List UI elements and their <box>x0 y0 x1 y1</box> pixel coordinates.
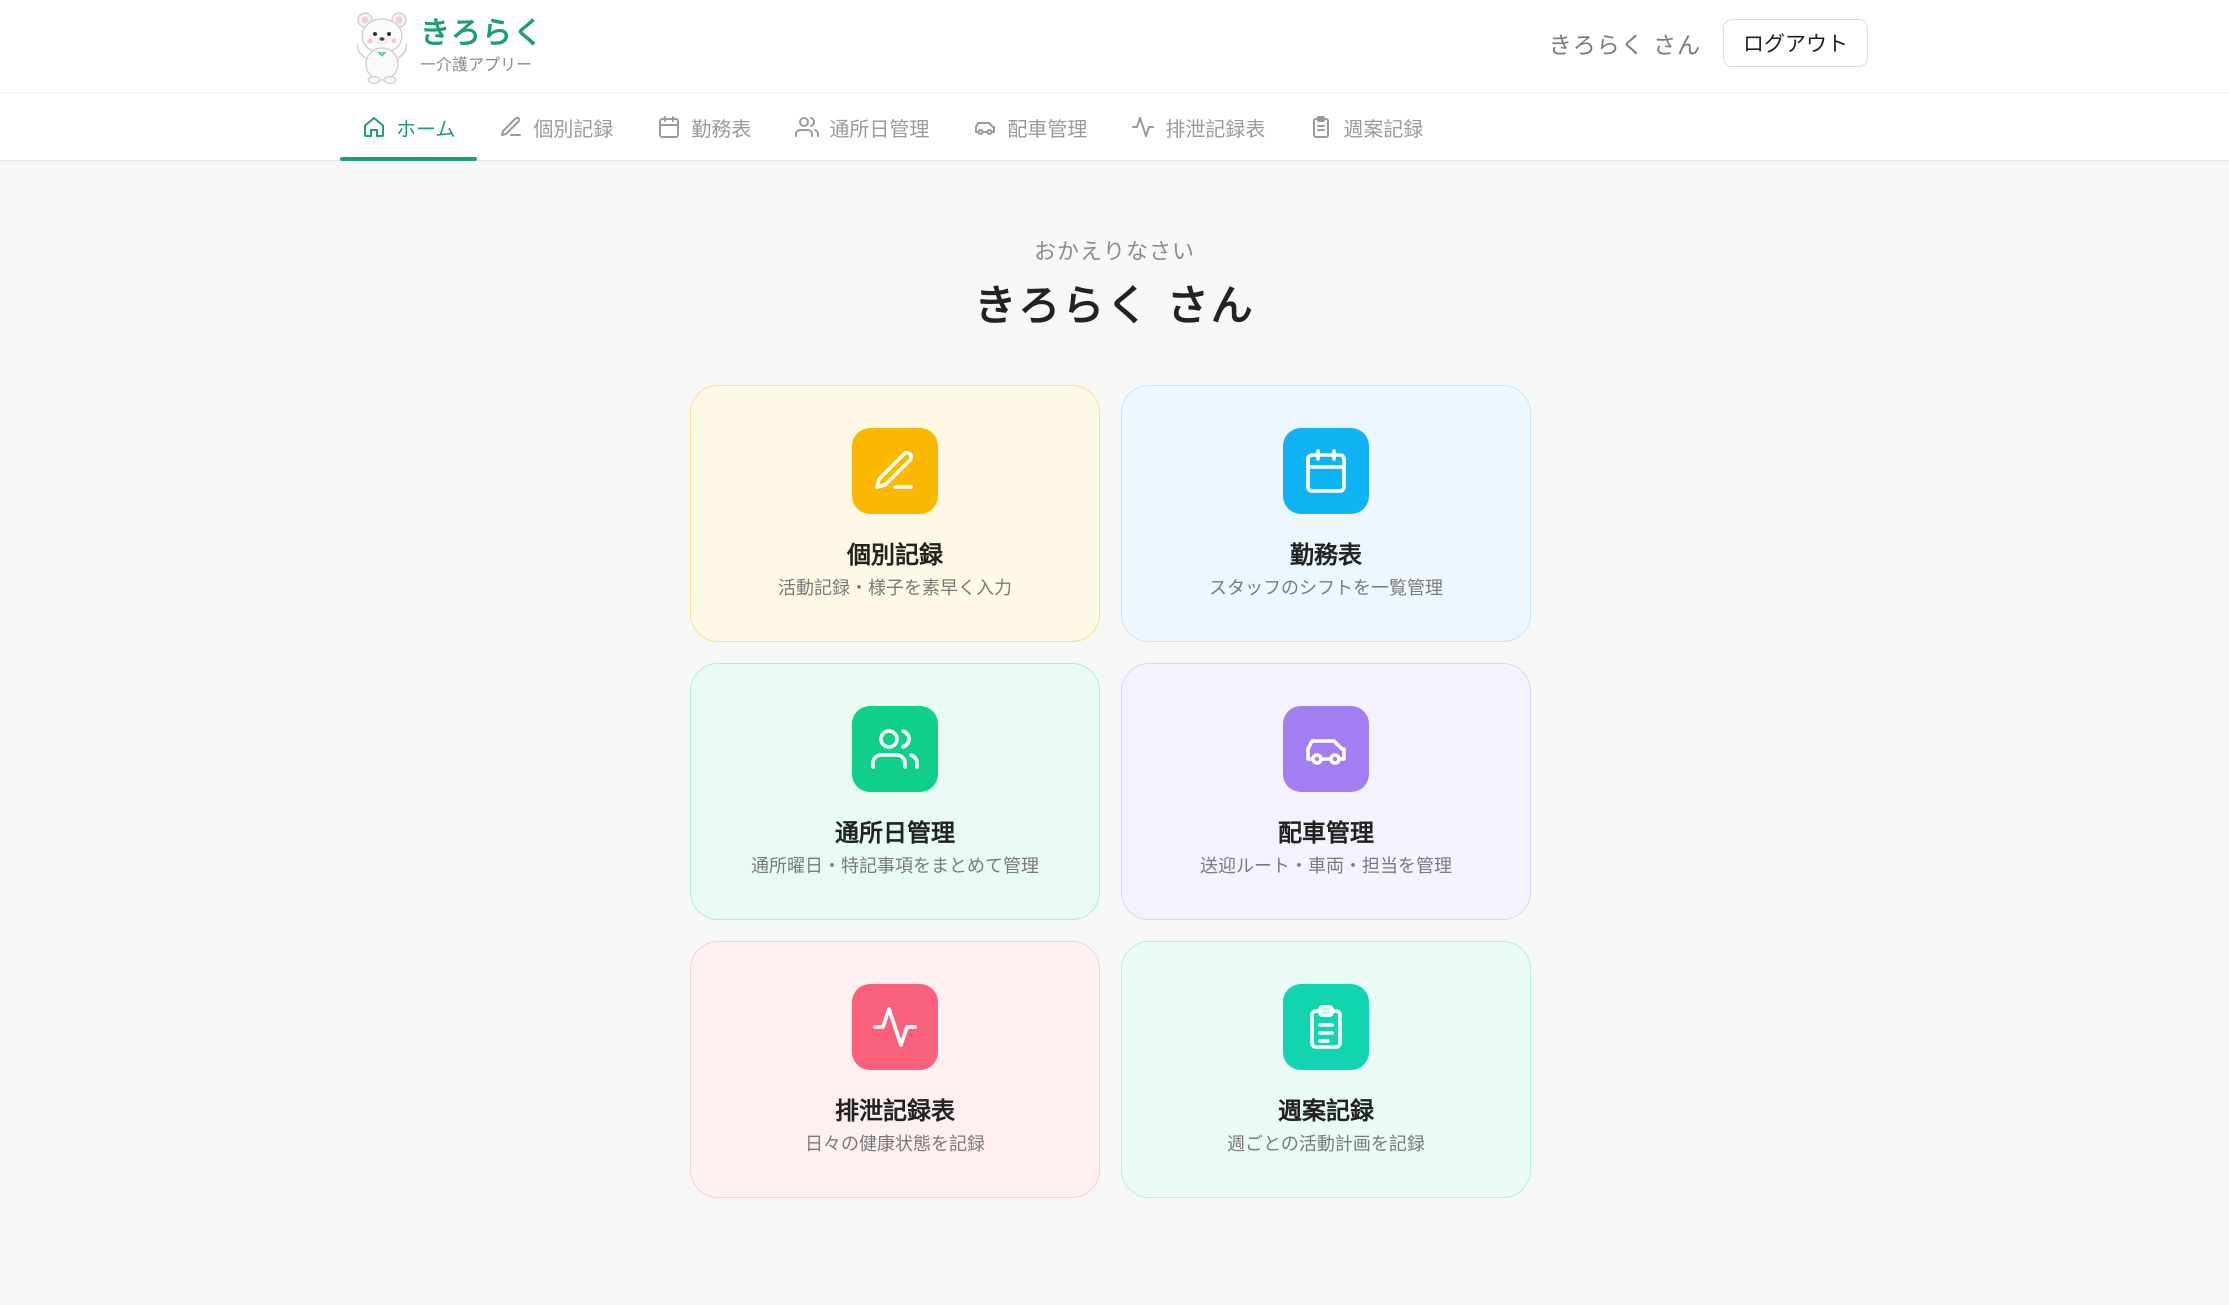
tab-shift-table[interactable]: 勤務表 <box>635 93 773 161</box>
bear-logo <box>357 12 407 84</box>
tab-label: 排泄記録表 <box>1165 116 1266 141</box>
calendar-icon <box>659 116 680 138</box>
card-title: 配車管理 <box>1278 819 1374 847</box>
tab-label: 週案記録 <box>1343 116 1424 141</box>
card-icon-box <box>1283 984 1369 1070</box>
tab-weekly-plan[interactable]: 週案記録 <box>1287 93 1445 161</box>
card-description: 通所曜日・特記事項をまとめて管理 <box>751 856 1039 877</box>
pencil-icon <box>501 116 522 136</box>
card-description: 送迎ルート・車両・担当を管理 <box>1200 856 1452 877</box>
feature-grid: 個別記録 活動記録・様子を素早く入力 勤務表 スタッフのシフトを一覧管理 通所日… <box>690 385 1531 1198</box>
card-excretion[interactable]: 排泄記録表 日々の健康状態を記録 <box>690 941 1100 1198</box>
tab-label: ホーム <box>396 116 456 141</box>
greeting-subtitle: おかえりなさい <box>1033 240 1195 265</box>
main-nav: ホーム 個別記録 勤務表 通所日管理 配車管理 排泄記録表 週案記録 <box>0 93 2229 161</box>
tab-label: 通所日管理 <box>829 116 930 141</box>
card-icon-box <box>852 428 938 514</box>
logout-button[interactable]: ログアウト <box>1723 19 1868 67</box>
card-icon-box <box>852 706 938 792</box>
home-icon <box>364 117 384 137</box>
tab-home[interactable]: ホーム <box>340 93 478 161</box>
users-icon <box>795 117 820 137</box>
card-title: 勤務表 <box>1290 541 1362 569</box>
activity-icon <box>1132 117 1155 137</box>
clipboard-icon <box>1310 1005 1342 1049</box>
card-description: スタッフのシフトを一覧管理 <box>1209 578 1443 599</box>
card-title: 通所日管理 <box>835 819 955 847</box>
app-header: きろらく 一介護アプリー きろらく さん ログアウト <box>0 0 2229 93</box>
card-weekly-plan[interactable]: 週案記録 週ごとの活動計画を記録 <box>1121 941 1531 1198</box>
card-individual-record[interactable]: 個別記録 活動記録・様子を素早く入力 <box>690 385 1100 642</box>
clipboard-icon <box>1313 116 1330 138</box>
users-icon <box>871 729 919 769</box>
tab-label: 勤務表 <box>691 116 752 141</box>
card-icon-box <box>1283 428 1369 514</box>
tab-attendance[interactable]: 通所日管理 <box>773 93 951 161</box>
greeting-title: きろらく さん <box>974 281 1255 330</box>
card-title: 排泄記録表 <box>835 1097 955 1125</box>
tab-individual-record[interactable]: 個別記録 <box>477 93 635 161</box>
tab-excretion[interactable]: 排泄記録表 <box>1109 93 1287 161</box>
tab-label: 配車管理 <box>1007 116 1088 141</box>
pencil-icon <box>875 450 914 489</box>
car-icon <box>975 122 996 135</box>
app-subtitle: 一介護アプリー <box>420 55 533 74</box>
card-vehicle[interactable]: 配車管理 送迎ルート・車両・担当を管理 <box>1121 663 1531 920</box>
card-title: 週案記録 <box>1278 1097 1374 1125</box>
card-icon-box <box>1283 706 1369 792</box>
calendar-icon <box>1306 449 1346 493</box>
card-description: 日々の健康状態を記録 <box>805 1134 985 1155</box>
brand[interactable]: きろらく 一介護アプリー <box>352 6 544 86</box>
card-attendance[interactable]: 通所日管理 通所曜日・特記事項をまとめて管理 <box>690 663 1100 920</box>
user-area: きろらく さん ログアウト <box>1549 18 1868 68</box>
card-description: 週ごとの活動計画を記録 <box>1227 1134 1425 1155</box>
card-icon-box <box>852 984 938 1070</box>
card-shift-table[interactable]: 勤務表 スタッフのシフトを一覧管理 <box>1121 385 1531 642</box>
activity-icon <box>873 1007 917 1047</box>
user-name: きろらく さん <box>1548 33 1701 59</box>
tab-label: 個別記録 <box>533 116 614 141</box>
app-title: きろらく <box>420 16 544 51</box>
car-icon <box>1306 739 1346 765</box>
card-title: 個別記録 <box>847 541 943 569</box>
tab-vehicle[interactable]: 配車管理 <box>951 93 1109 161</box>
card-description: 活動記録・様子を素早く入力 <box>778 578 1012 599</box>
